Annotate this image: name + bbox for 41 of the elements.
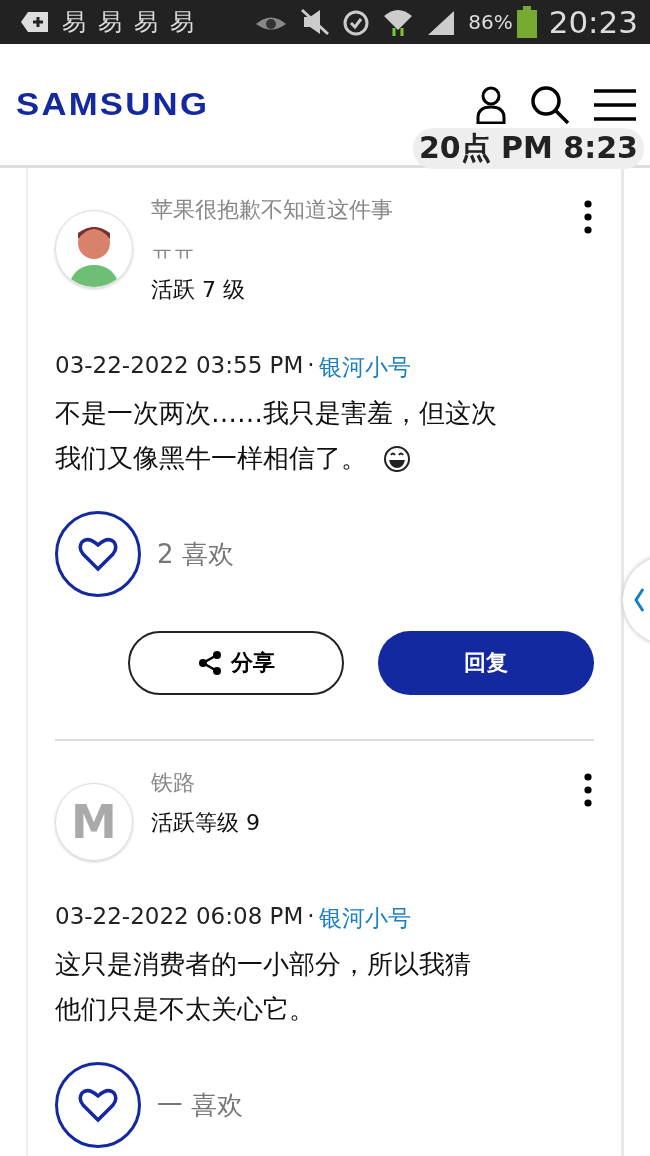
separator-dot: · [307, 352, 315, 380]
brand-logo[interactable]: SAMSUNG [16, 86, 210, 123]
notification-glyph: 易 [98, 7, 122, 38]
more-options-icon[interactable] [584, 773, 592, 807]
mute-icon [300, 8, 331, 36]
post-date: 03-22-2022 06:08 PM [55, 903, 304, 931]
share-icon [197, 650, 223, 676]
search-icon[interactable] [530, 84, 570, 125]
post-date: 03-22-2022 03:55 PM [55, 352, 304, 380]
post-text: 他们只是不太关心它。 [55, 993, 315, 1026]
notification-glyph: 易 [62, 7, 86, 38]
like-count: 一 喜欢 [157, 1088, 244, 1122]
notification-glyph: 易 [134, 7, 158, 38]
menu-icon[interactable] [594, 87, 636, 122]
battery-percent: 86% [468, 10, 513, 34]
separator-dot: · [307, 903, 315, 931]
notification-glyph: 易 [170, 7, 194, 38]
author-rank: 活跃等级 9 [151, 809, 261, 837]
avatar-letter: M [71, 795, 117, 849]
notification-add-icon [20, 10, 50, 34]
post-text: 这只是消费者的一小部分，所以我猜 [55, 948, 471, 981]
status-time: 20:23 [548, 4, 638, 40]
post-text: 不是一次两次……我只是害羞，但这次 [55, 397, 497, 430]
account-icon[interactable] [476, 85, 506, 124]
clock-overlay: 20点 PM 8:23 [412, 128, 644, 169]
share-button[interactable]: 分享 [128, 631, 344, 695]
author-name[interactable]: 铁路 [151, 763, 584, 803]
author-rank: 活跃 7 级 [151, 276, 246, 304]
author-name[interactable]: 苹果很抱歉不知道这件事 [151, 190, 584, 230]
like-count: 2 喜欢 [157, 537, 234, 571]
reply-button[interactable]: 回复 [378, 631, 594, 695]
author-name-suffix: ㅠㅠ [151, 236, 196, 264]
signal-icon [426, 9, 457, 35]
battery-icon [516, 6, 537, 38]
device-link[interactable]: 银河小号 [318, 352, 411, 383]
chevron-left-icon [633, 587, 645, 613]
more-options-icon[interactable] [584, 200, 592, 234]
heart-icon [78, 1087, 118, 1123]
device-link[interactable]: 银河小号 [318, 903, 411, 934]
heart-icon [78, 536, 118, 572]
post-text: 我们又像黑牛一样相信了。 [55, 442, 367, 475]
